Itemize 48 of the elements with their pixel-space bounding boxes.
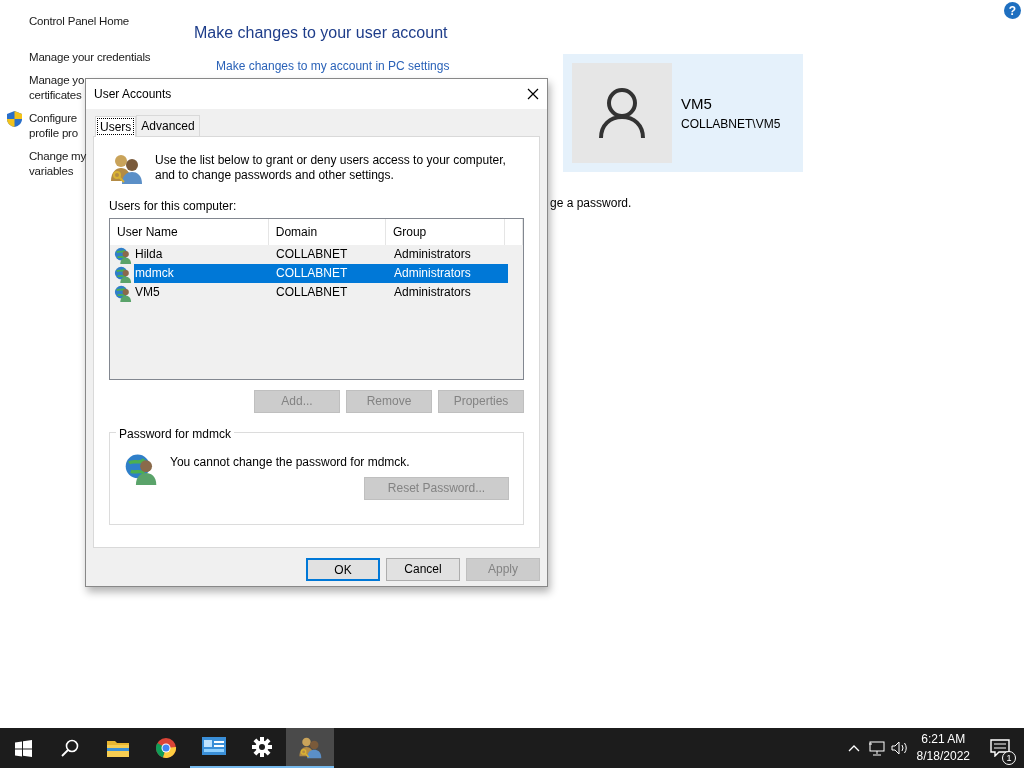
intro-text: Use the list below to grant or deny users access to your computer, and to change passwords and other settings. — [155, 153, 507, 184]
notification-count: 1 — [1002, 751, 1016, 766]
table-cell-text: Administrators — [393, 284, 472, 301]
dialog-title: User Accounts — [94, 86, 172, 103]
password-message: You cannot change the password for mdmck. — [170, 454, 410, 471]
users-icon[interactable] — [286, 728, 334, 768]
sidebar-link[interactable]: Control Panel Home — [29, 14, 129, 29]
list-row[interactable]: VM5 COLLABNET Administrators — [110, 283, 523, 302]
table-cell-text: COLLABNET — [275, 284, 349, 301]
table-cell-text: Hilda — [134, 246, 164, 263]
column-header[interactable]: Group — [385, 219, 505, 245]
account-domain: COLLABNET\VM5 — [681, 116, 781, 134]
tab[interactable]: Users — [95, 116, 137, 137]
column-header[interactable]: User Name — [110, 219, 269, 245]
notification-icon[interactable] — [990, 740, 1010, 755]
list-label: Users for this computer: — [109, 198, 237, 215]
user-icon — [599, 88, 645, 138]
chevron-up-icon[interactable] — [847, 744, 860, 752]
table-cell-text: Administrators — [393, 265, 472, 282]
clock-time[interactable]: 6:21 AM — [916, 731, 970, 748]
sidebar-link[interactable]: Change my variables — [29, 149, 86, 179]
list-row[interactable]: Hilda COLLABNET Administrators — [110, 245, 523, 264]
sidebar-link[interactable]: Configure profile pro — [29, 111, 78, 141]
volume-icon[interactable] — [890, 740, 909, 756]
user-globe-icon — [114, 284, 134, 302]
column-header[interactable]: Domain — [268, 219, 386, 245]
network-icon[interactable] — [868, 740, 885, 756]
user-globe-icon — [114, 265, 134, 283]
sidebar-link[interactable]: Manage your credentials — [29, 50, 151, 65]
partial-text: ge a password. — [550, 195, 632, 212]
table-cell-text: mdmck — [134, 265, 175, 282]
table-cell-text: COLLABNET — [275, 246, 349, 263]
cancel-button[interactable]: Cancel — [386, 558, 460, 581]
table-cell-text: COLLABNET — [275, 265, 349, 282]
close-icon[interactable] — [527, 88, 539, 100]
shield-icon — [7, 111, 22, 127]
account-name: VM5 — [681, 93, 713, 114]
page-heading: Make changes to your user account — [194, 23, 449, 43]
tab[interactable]: Advanced — [136, 115, 200, 136]
table-cell-text: Administrators — [393, 246, 472, 263]
sidebar-link[interactable]: Manage yo certificates — [29, 73, 85, 103]
user-globe-icon — [114, 246, 134, 264]
user-globe-icon — [124, 451, 158, 485]
ok-button[interactable]: OK — [306, 558, 380, 581]
clock-date[interactable]: 8/18/2022 — [916, 748, 970, 765]
settings-link[interactable]: Make changes to my account in PC settings — [216, 57, 450, 75]
table-cell-text: VM5 — [134, 284, 161, 301]
help-button[interactable]: ? — [1004, 2, 1021, 19]
